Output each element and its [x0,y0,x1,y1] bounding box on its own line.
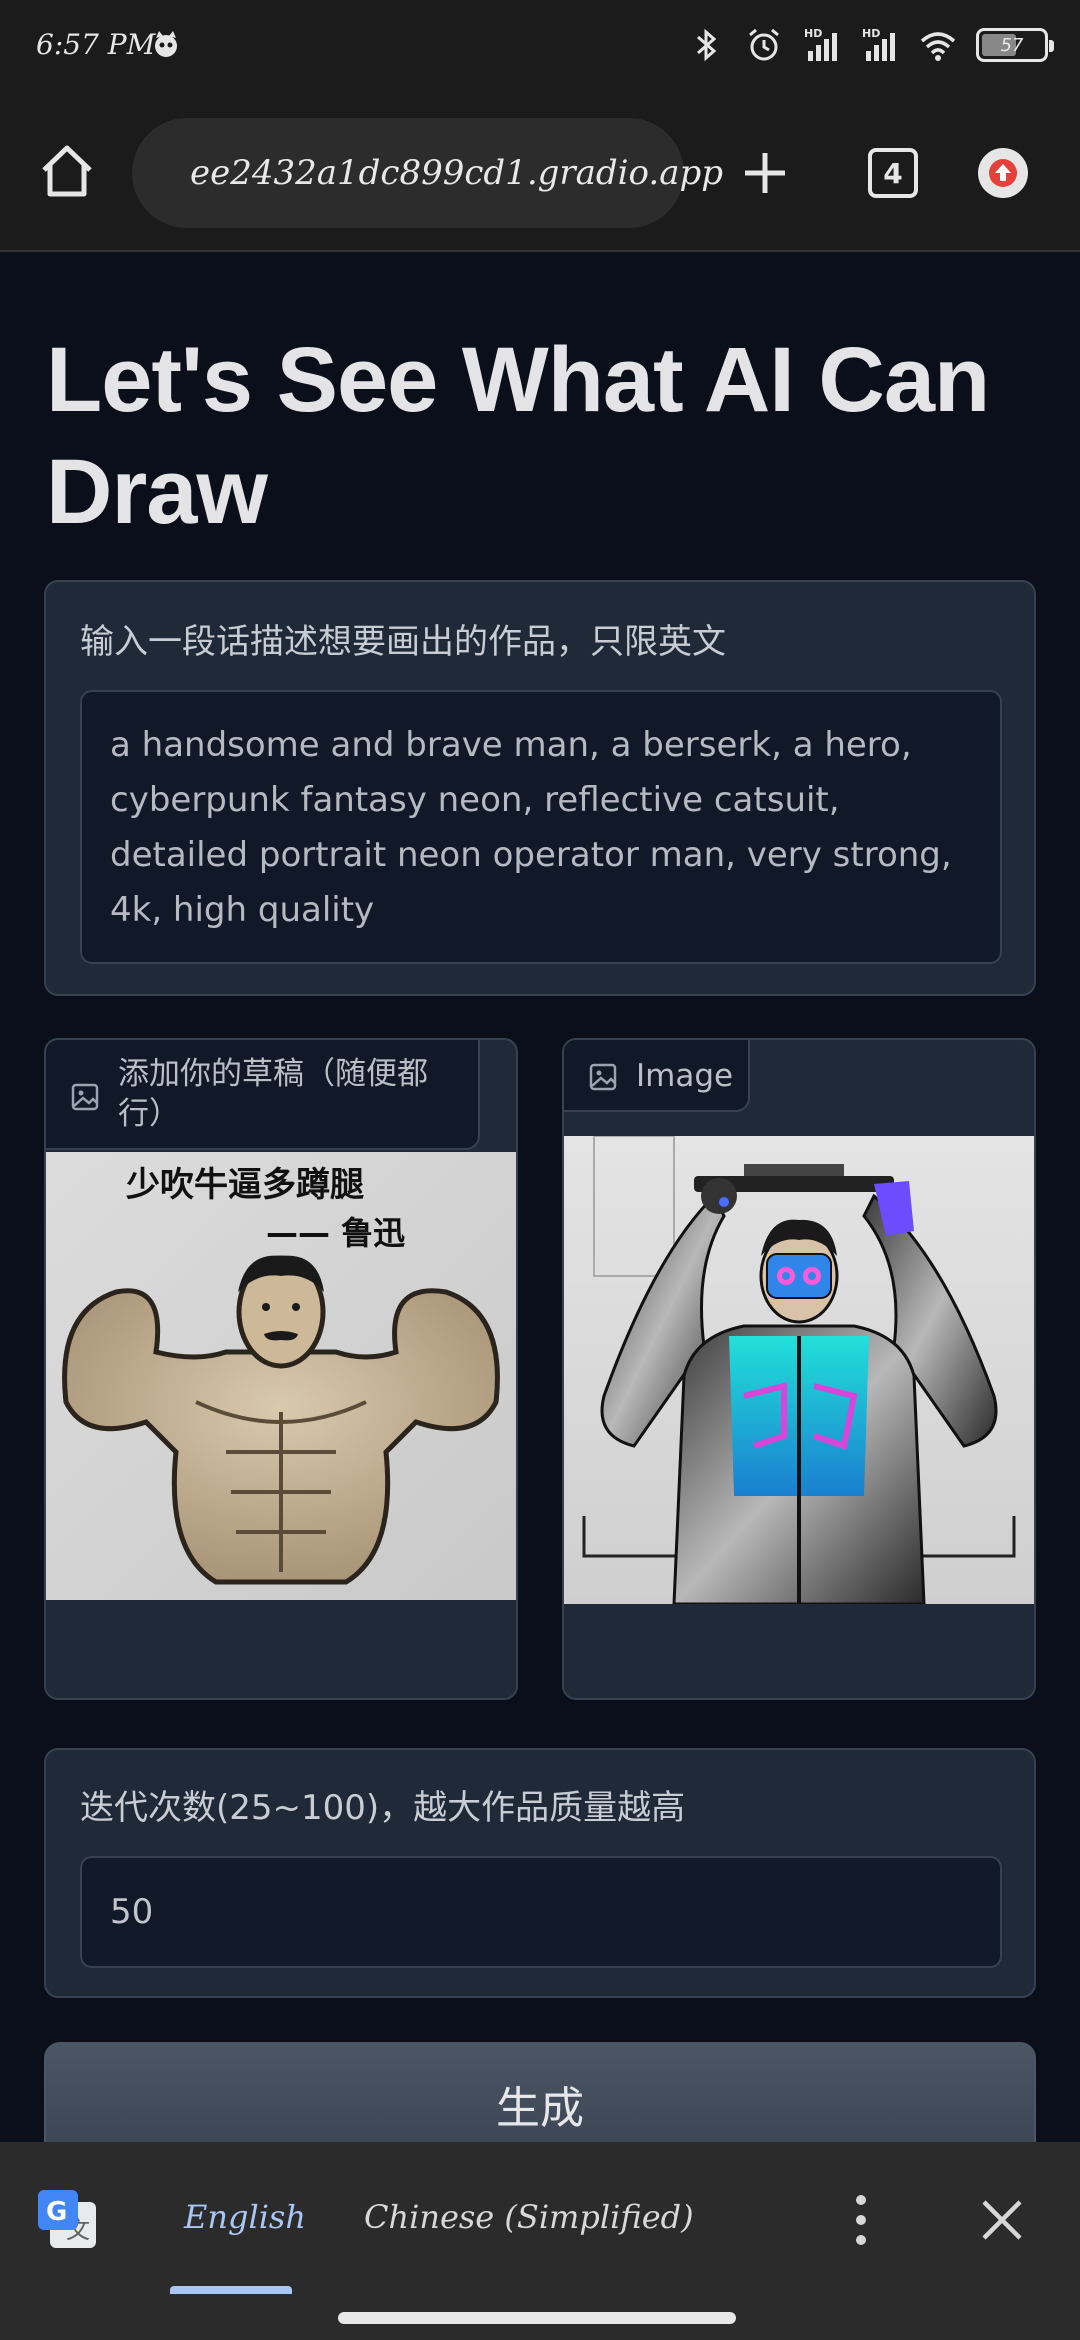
output-label: Image [636,1058,734,1094]
steps-input[interactable]: 50 [80,1856,1002,1968]
home-icon[interactable] [38,142,96,200]
sketch-caption-1: 少吹牛逼多蹲腿 [126,1165,364,1205]
wifi-icon [920,32,956,61]
alarm-icon [749,28,779,61]
sketch-image: 少吹牛逼多蹲腿 —— 鲁迅 [46,1152,516,1600]
target-language-tab[interactable]: Chinese (Simplified) [364,2198,694,2236]
update-icon[interactable] [978,148,1028,198]
battery-level: 57 [1000,34,1024,56]
url-text: ee2432a1dc899cd1.gradio.app [190,153,724,193]
selected-language-indicator [170,2286,292,2294]
more-options-icon[interactable] [850,2190,872,2250]
svg-text:HD: HD [804,27,822,40]
address-bar[interactable]: ee2432a1dc899cd1.gradio.app [132,118,723,228]
sketch-upload-panel[interactable]: 少吹牛逼多蹲腿 —— 鲁迅 添加你的草稿（随便都行） [44,1038,518,1700]
gradio-page: Let's See What AI Can Draw 输入一段话描述想要画出的作… [0,254,1080,2182]
image-icon [71,1083,99,1111]
home-indicator [338,2312,736,2324]
hd-signal-icon: HD [804,27,837,61]
status-time: 6:57 PM [36,28,156,61]
tab-count: 4 [883,156,903,190]
source-language-tab[interactable]: English [184,2198,306,2236]
prompt-panel: 输入一段话描述想要画出的作品，只限英文 a handsome and brave… [44,580,1036,996]
browser-toolbar: ee2432a1dc899cd1.gradio.app 4 [0,92,1080,252]
tabs-button[interactable]: 4 [868,148,918,198]
output-image-panel: Image [562,1038,1036,1700]
output-image [564,1136,1034,1604]
close-icon[interactable] [980,2198,1024,2242]
svg-text:HD: HD [862,27,880,40]
steps-label: 迭代次数(25~100)，越大作品质量越高 [80,1788,686,1828]
output-label-tab: Image [564,1040,750,1112]
status-icons: HD HD 57 [686,22,1054,68]
plus-icon[interactable] [742,150,788,196]
prompt-label: 输入一段话描述想要画出的作品，只限英文 [80,622,726,662]
update-arrow-icon [989,159,1017,187]
sketch-caption-2: —— 鲁迅 [266,1214,405,1252]
image-icon [589,1063,617,1091]
translate-bar: 文 G English Chinese (Simplified) [0,2142,1080,2340]
cat-notification-icon [155,31,177,57]
page-title: Let's See What AI Can Draw [46,329,990,543]
google-translate-icon[interactable]: 文 G [36,2188,98,2250]
bluetooth-icon [697,28,717,62]
prompt-textarea[interactable]: a handsome and brave man, a berserk, a h… [80,690,1002,964]
sketch-label: 添加你的草稿（随便都行） [118,1056,428,1132]
status-bar: 6:57 PM HD HD 57 [0,0,1080,92]
hd-signal-icon: HD [862,27,895,61]
svg-text:G: G [46,2197,67,2227]
battery-icon: 57 [976,28,1054,62]
steps-panel: 迭代次数(25~100)，越大作品质量越高 50 [44,1748,1036,1998]
sketch-label-tab: 添加你的草稿（随便都行） [46,1040,480,1150]
